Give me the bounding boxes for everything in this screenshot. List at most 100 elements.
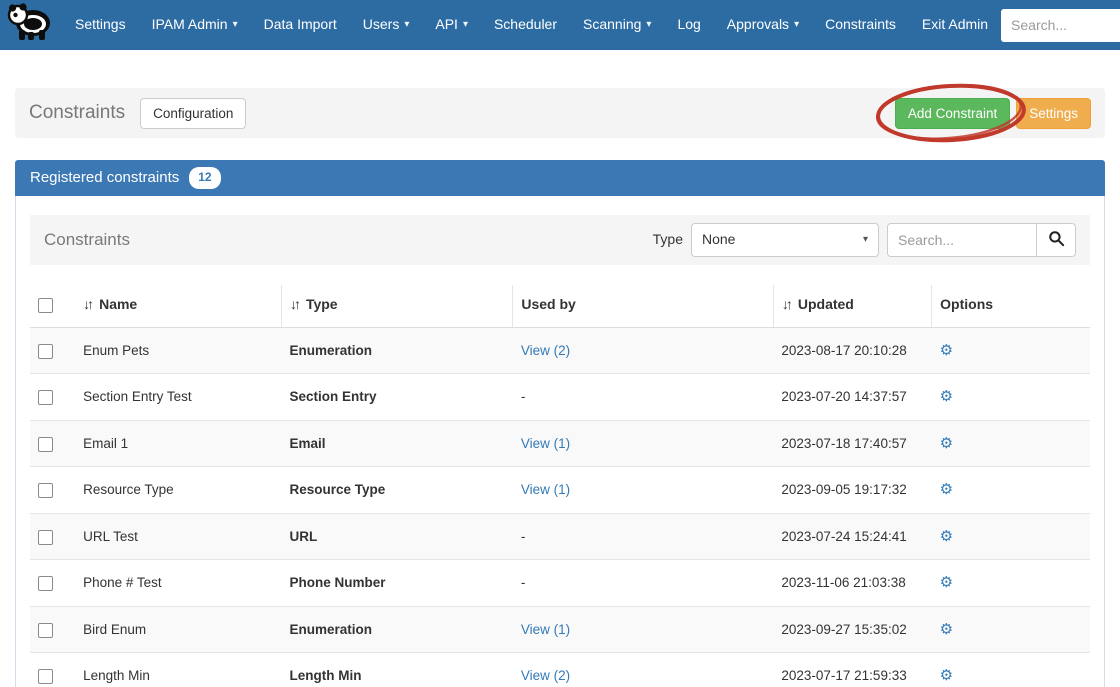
filter-title: Constraints [44,228,130,252]
navbar-item-label: API [435,15,458,35]
filter-toolbar: Constraints Type None ▾ [30,215,1090,265]
header-name[interactable]: ↓↑Name [75,285,281,327]
chevron-down-icon: ▾ [646,18,651,32]
navbar-item-label: Data Import [264,15,337,35]
header-type-label: Type [306,296,338,312]
navbar-item[interactable]: API ▾ [422,0,481,50]
constraint-type: Resource Type [281,467,512,513]
navbar-item-label: Exit Admin [922,15,988,35]
navbar-item[interactable]: Approvals ▾ [714,0,812,50]
table-row: URL Test URL - 2023-07-24 15:24:41 ⚙ [30,513,1090,559]
row-checkbox[interactable] [38,437,53,452]
navbar-item[interactable]: Data Import [251,0,350,50]
brand-logo[interactable] [6,1,52,49]
navbar-item-label: Approvals [727,15,789,35]
table-row: Section Entry Test Section Entry - 2023-… [30,374,1090,420]
add-constraint-button[interactable]: Add Constraint [895,98,1010,129]
header-options-label: Options [940,296,993,312]
type-select-value: None [702,230,735,250]
navbar-item[interactable]: Users ▾ [350,0,423,50]
navbar-item[interactable]: Scheduler [481,0,570,50]
used-by-link[interactable]: View (2) [521,668,570,683]
gear-icon[interactable]: ⚙ [940,388,953,405]
table-row: Length Min Length Min View (2) 2023-07-1… [30,652,1090,687]
row-checkbox[interactable] [38,344,53,359]
sort-icon: ↓↑ [782,296,790,312]
header-type[interactable]: ↓↑ Type [281,285,512,327]
table-search-group [887,223,1076,257]
table-body: Enum Pets Enumeration View (2) 2023-08-1… [30,327,1090,687]
row-checkbox[interactable] [38,669,53,684]
sort-icon: ↓↑ [83,296,91,312]
gear-icon[interactable]: ⚙ [940,481,953,498]
used-by-empty: - [521,389,526,404]
constraint-name: Enum Pets [75,327,281,373]
gear-icon[interactable]: ⚙ [940,621,953,638]
constraint-name: Resource Type [75,467,281,513]
navbar-item[interactable]: IPAM Admin ▾ [139,0,251,50]
used-by-link[interactable]: View (2) [521,343,570,358]
navbar-item-label: Settings [75,15,126,35]
navbar-item[interactable]: Exit Admin [909,0,1001,50]
table-search-input[interactable] [887,223,1037,257]
updated-timestamp: 2023-07-20 14:37:57 [773,374,931,420]
constraint-type: Phone Number [281,560,512,606]
updated-timestamp: 2023-07-17 21:59:33 [773,652,931,687]
page-header: Constraints Configuration Add Constraint… [15,88,1105,138]
navbar-search-input[interactable] [1001,9,1120,42]
constraint-type: Enumeration [281,327,512,373]
settings-button[interactable]: Settings [1016,98,1091,129]
navbar-item-label: Log [677,15,700,35]
gear-icon[interactable]: ⚙ [940,667,953,684]
updated-timestamp: 2023-11-06 21:03:38 [773,560,931,606]
row-checkbox[interactable] [38,576,53,591]
type-label: Type [653,230,683,250]
configuration-button[interactable]: Configuration [140,98,246,129]
used-by-link[interactable]: View (1) [521,622,570,637]
used-by-empty: - [521,575,526,590]
panel-heading: Registered constraints 12 [15,160,1105,196]
header-updated[interactable]: ↓↑ Updated [773,285,931,327]
constraint-name: URL Test [75,513,281,559]
navbar-search-group [1001,9,1120,42]
constraint-type: URL [281,513,512,559]
constraint-name: Phone # Test [75,560,281,606]
row-checkbox[interactable] [38,623,53,638]
row-checkbox[interactable] [38,483,53,498]
panel-body: Constraints Type None ▾ [15,196,1105,687]
row-checkbox[interactable] [38,390,53,405]
chevron-down-icon: ▾ [233,18,238,32]
select-all-checkbox[interactable] [38,298,53,313]
constraint-name: Section Entry Test [75,374,281,420]
used-by-link[interactable]: View (1) [521,436,570,451]
navbar-item[interactable]: Scanning ▾ [570,0,664,50]
navbar-item[interactable]: Settings [62,0,139,50]
table-header-row: ↓↑Name ↓↑Type Used by ↓↑Updated Options [30,285,1090,327]
updated-timestamp: 2023-07-18 17:40:57 [773,420,931,466]
constraints-table: ↓↑Name ↓↑Type Used by ↓↑Updated Options [30,285,1090,687]
filter-controls: Type None ▾ [653,223,1076,257]
navbar-item-label: Scheduler [494,15,557,35]
navbar-item[interactable]: Constraints [812,0,909,50]
chevron-down-icon: ▾ [794,18,799,32]
gear-icon[interactable]: ⚙ [940,435,953,452]
used-by-link[interactable]: View (1) [521,482,570,497]
gear-icon[interactable]: ⚙ [940,574,953,591]
gear-icon[interactable]: ⚙ [940,528,953,545]
navbar-item-label: Scanning [583,15,641,35]
panda-logo-icon [6,1,52,49]
navbar-item-label: Constraints [825,15,896,35]
header-updated-label: Updated [798,296,854,312]
gear-icon[interactable]: ⚙ [940,342,953,359]
navbar-item[interactable]: Log [664,0,713,50]
search-icon [1048,230,1065,250]
constraint-name: Email 1 [75,420,281,466]
table-search-button[interactable] [1036,223,1076,257]
sort-icon: ↓↑ [290,296,298,312]
registered-constraints-panel: Registered constraints 12 Constraints Ty… [15,160,1105,687]
row-checkbox[interactable] [38,530,53,545]
type-select[interactable]: None ▾ [691,223,879,257]
navbar-item-label: IPAM Admin [152,15,228,35]
table-row: Bird Enum Enumeration View (1) 2023-09-2… [30,606,1090,652]
constraint-name: Length Min [75,652,281,687]
